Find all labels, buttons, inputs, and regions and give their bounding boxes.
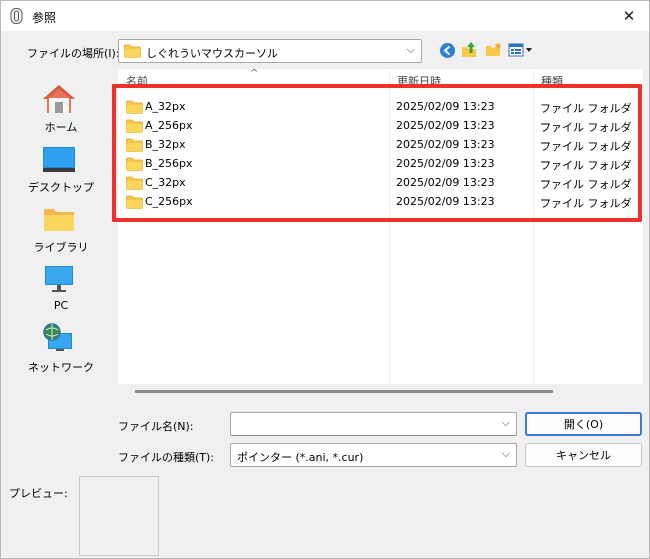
file-type: ファイル フォルダー — [540, 197, 632, 226]
place-label: ネットワーク — [28, 361, 94, 374]
column-header-type[interactable]: 種類 — [541, 73, 631, 87]
folder-icon — [126, 138, 143, 152]
folder-icon — [126, 119, 143, 133]
place-label: デスクトップ — [28, 181, 94, 194]
location-combobox[interactable]: しぐれういマウスカーソル ⌵ — [118, 39, 422, 63]
file-name: A_32px — [145, 100, 186, 113]
desktop-icon — [43, 147, 75, 172]
cancel-button[interactable]: キャンセル — [525, 443, 642, 467]
folder-icon — [124, 44, 141, 58]
place-label: PC — [53, 299, 69, 312]
file-date: 2025/02/09 13:23 — [396, 100, 495, 113]
place-label: ライブラリ — [33, 241, 89, 254]
new-folder-icon — [486, 42, 502, 56]
file-name: C_256px — [145, 195, 193, 208]
place-network[interactable]: ネットワーク — [7, 317, 115, 375]
preview-label: プレビュー: — [9, 487, 68, 500]
folder-icon — [126, 195, 143, 209]
chevron-down-icon[interactable]: ⌵ — [502, 416, 510, 430]
open-file-dialog: 参照 ✕ ファイルの場所(I): しぐれういマウスカーソル ⌵ ホーム デスクト… — [0, 0, 650, 559]
filename-label: ファイル名(N): — [118, 420, 194, 433]
place-label: ホーム — [44, 121, 78, 134]
column-header-name[interactable]: 名前 — [126, 73, 246, 87]
column-header-date[interactable]: 更新日時 — [397, 73, 497, 87]
file-row[interactable]: B_256px 2025/02/09 13:23 ファイル フォルダー — [124, 154, 634, 188]
places-bar: ホーム デスクトップ ライブラリ PC ネットワーク — [7, 69, 115, 399]
file-date: 2025/02/09 13:23 — [396, 119, 495, 132]
preview-pane — [79, 476, 159, 556]
place-desktop[interactable]: デスクトップ — [7, 137, 115, 195]
folder-icon — [126, 157, 143, 171]
up-folder-icon — [462, 42, 476, 57]
file-row[interactable]: A_256px 2025/02/09 13:23 ファイル フォルダー — [124, 116, 634, 150]
filetype-value: ポインター (*.ani, *.cur) — [237, 451, 364, 464]
open-button[interactable]: 開く(O) — [525, 412, 642, 436]
folder-icon — [126, 100, 143, 114]
place-library[interactable]: ライブラリ — [7, 197, 115, 255]
file-name: A_256px — [145, 119, 193, 132]
view-menu-icon — [508, 43, 532, 57]
file-row[interactable]: B_32px 2025/02/09 13:23 ファイル フォルダー — [124, 135, 634, 169]
file-name: B_256px — [145, 157, 193, 170]
paperclip-icon — [10, 8, 23, 24]
home-icon — [43, 85, 75, 113]
back-button[interactable] — [436, 40, 458, 60]
file-list-view[interactable]: 名前 ^ 更新日時 種類 A_32px 2025/02/09 13:23 ファイ… — [118, 69, 643, 384]
file-row[interactable]: A_32px 2025/02/09 13:23 ファイル フォルダー — [124, 97, 634, 131]
library-icon — [44, 209, 74, 231]
filename-input[interactable]: ⌵ — [230, 412, 517, 436]
network-icon — [43, 323, 72, 351]
horizontal-scrollbar[interactable] — [135, 390, 553, 393]
file-date: 2025/02/09 13:23 — [396, 157, 495, 170]
up-folder-button[interactable] — [459, 40, 481, 60]
view-menu-button[interactable] — [507, 40, 535, 60]
place-home[interactable]: ホーム — [7, 77, 115, 135]
pc-icon — [45, 266, 73, 292]
chevron-down-icon[interactable]: ⌵ — [502, 447, 510, 461]
file-date: 2025/02/09 13:23 — [396, 195, 495, 208]
file-date: 2025/02/09 13:23 — [396, 176, 495, 189]
folder-icon — [126, 176, 143, 190]
sort-ascending-icon: ^ — [250, 69, 259, 79]
file-date: 2025/02/09 13:23 — [396, 138, 495, 151]
location-label: ファイルの場所(I): — [27, 47, 120, 60]
close-button[interactable]: ✕ — [609, 1, 649, 31]
file-row[interactable]: C_32px 2025/02/09 13:23 ファイル フォルダー — [124, 173, 634, 207]
filetype-combobox[interactable]: ポインター (*.ani, *.cur) ⌵ — [230, 443, 517, 467]
filetype-label: ファイルの種類(T): — [118, 451, 215, 464]
place-pc[interactable]: PC — [7, 257, 115, 315]
file-name: C_32px — [145, 176, 186, 189]
chevron-down-icon[interactable]: ⌵ — [407, 43, 415, 57]
title-bar: 参照 ✕ — [1, 1, 649, 31]
new-folder-button[interactable] — [483, 40, 505, 60]
file-name: B_32px — [145, 138, 186, 151]
window-title: 参照 — [32, 11, 57, 25]
back-icon — [439, 42, 455, 58]
location-value: しぐれういマウスカーソル — [146, 47, 278, 60]
file-row[interactable]: C_256px 2025/02/09 13:23 ファイル フォルダー — [124, 192, 634, 226]
